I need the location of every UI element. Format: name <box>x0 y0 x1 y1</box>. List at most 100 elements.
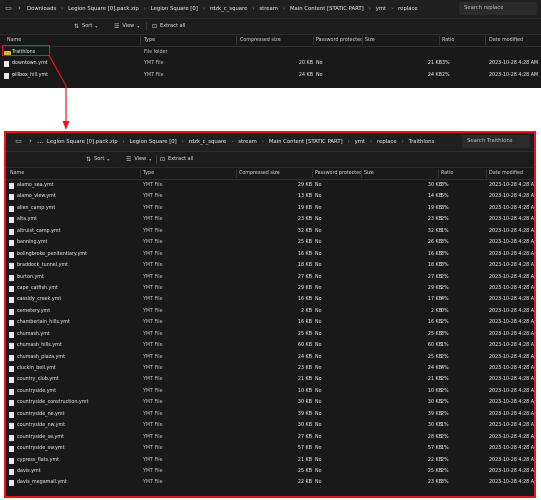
file-row[interactable]: countryside_construction.ymt YMT File 30 K… <box>6 397 534 408</box>
search-input[interactable]: Search Traithlons <box>462 135 530 148</box>
breadcrumb-item[interactable]: Main Content [STATIC PART] <box>264 139 348 145</box>
cell-compressed: 27 KB <box>297 274 312 280</box>
column-divider[interactable] <box>236 36 237 45</box>
file-row[interactable]: altruist_camp.ymt YMT File 32 KB No 32 KB 1% 2… <box>6 226 534 237</box>
column-divider[interactable] <box>140 169 141 178</box>
col-password[interactable]: Password protected <box>315 168 362 179</box>
breadcrumb-item[interactable]: replace <box>393 6 423 12</box>
file-row[interactable]: pillbox_hill.ymt YMT File 24 KB No 24 KB 2% 20… <box>0 70 541 81</box>
breadcrumb-item[interactable]: Legion Square [0] <box>125 139 182 145</box>
file-row[interactable]: cape_catfish.ymt YMT File 29 KB No 29 KB 2% 20… <box>6 283 534 294</box>
cell-password: No <box>315 400 322 406</box>
breadcrumb-item[interactable]: Legion Square [0].pack.zip <box>63 6 144 12</box>
breadcrumb-item[interactable]: Main Content [STATIC PART] <box>285 6 369 12</box>
column-divider[interactable] <box>362 36 363 45</box>
file-row[interactable]: cassidy_creek.ymt YMT File 16 KB No 17 KB 4% 2… <box>6 294 534 305</box>
col-modified[interactable]: Date modified <box>489 35 523 46</box>
file-row[interactable]: burton.ymt YMT File 27 KB No 27 KB 2% 2023-10-… <box>6 272 534 283</box>
col-size[interactable]: Size <box>364 168 374 179</box>
column-divider[interactable] <box>140 36 141 45</box>
column-divider[interactable] <box>312 169 313 178</box>
column-divider[interactable] <box>313 36 314 45</box>
file-row[interactable]: cemetery.ymt YMT File 2 KB No 2 KB 0% 2023-10-… <box>6 306 534 317</box>
col-ratio[interactable]: Ratio <box>442 35 454 46</box>
sort-button[interactable]: ⇅ Sort ▾ <box>86 152 109 167</box>
file-row[interactable]: chumash.ymt YMT File 25 KB No 25 KB 3% 2023-10… <box>6 329 534 340</box>
explorer-window-replace: ▭ › Downloads › Legion Square [0].pack.zip… <box>0 0 541 88</box>
search-input[interactable]: Search replace <box>459 2 537 15</box>
col-modified[interactable]: Date modified <box>489 168 523 179</box>
breadcrumb-item[interactable]: Downloads <box>22 6 61 12</box>
address-bar: ▭ › Downloads › Legion Square [0].pack.zip… <box>0 0 541 19</box>
folder-row[interactable]: Traithlons File folder <box>0 47 541 58</box>
cell-size: 24 KB <box>427 72 442 78</box>
cell-ratio: 5% <box>441 194 449 200</box>
column-divider[interactable] <box>361 169 362 178</box>
col-compressed[interactable]: Compressed size <box>240 35 281 46</box>
view-button[interactable]: ☰ View ▾ <box>126 152 151 167</box>
breadcrumb-item[interactable]: Legion Square [0] <box>146 6 203 12</box>
cell-password: No <box>315 320 322 326</box>
column-divider[interactable] <box>438 169 439 178</box>
breadcrumb-item[interactable]: rdzk_c_square <box>205 6 253 12</box>
monitor-icon[interactable]: ▭ <box>14 137 23 146</box>
breadcrumb-item[interactable]: replace <box>372 139 402 145</box>
col-compressed[interactable]: Compressed size <box>239 168 280 179</box>
sort-button[interactable]: ⇅ Sort ▾ <box>74 19 97 34</box>
file-row[interactable]: countryside_sw.ymt YMT File 57 KB No 57 KB 1%… <box>6 443 534 454</box>
file-row[interactable]: davis.ymt YMT File 25 KB No 25 KB 2% 2023-10-2… <box>6 466 534 477</box>
breadcrumb-item[interactable]: ymt <box>371 6 391 12</box>
cell-password: No <box>315 308 322 314</box>
file-row[interactable]: countryside_se.ymt YMT File 27 KB No 28 KB 2%… <box>6 432 534 443</box>
file-row[interactable]: bolingbroke_penitentiary.ymt YMT File 16 K… <box>6 249 534 260</box>
col-password[interactable]: Password protected <box>316 35 363 46</box>
file-row[interactable]: alien_camp.ymt YMT File 19 KB No 19 KB 3% 2023… <box>6 203 534 214</box>
breadcrumb-item[interactable]: stream <box>233 139 262 145</box>
file-row[interactable]: downtown.ymt YMT File 20 KB No 21 KB 3% 2023-1… <box>0 58 541 69</box>
column-divider[interactable] <box>439 36 440 45</box>
column-divider[interactable] <box>485 36 486 45</box>
file-row[interactable]: cypress_flats.ymt YMT File 21 KB No 22 KB 2% 2… <box>6 455 534 466</box>
file-row[interactable]: chumash_plaza.ymt YMT File 24 KB No 25 KB 2% 2… <box>6 352 534 363</box>
file-icon <box>9 354 14 361</box>
col-type[interactable]: Type <box>143 168 154 179</box>
cell-type: File folder <box>144 50 168 55</box>
view-button[interactable]: ☰ View ▾ <box>114 19 139 34</box>
cell-type: YMT File <box>143 308 163 314</box>
column-divider[interactable] <box>486 169 487 178</box>
breadcrumb-item[interactable]: rdzk_c_square <box>184 139 232 145</box>
extract-all-button[interactable]: ⊡ Extract all <box>160 152 193 167</box>
cell-ratio: 3% <box>441 240 449 246</box>
file-row[interactable]: chamberlain_hills.ymt YMT File 16 KB No 16 K… <box>6 317 534 328</box>
file-row[interactable]: country_club.ymt YMT File 21 KB No 21 KB 2% 20… <box>6 374 534 385</box>
file-row[interactable]: countryside_ne.ymt YMT File 39 KB No 39 KB 2%… <box>6 409 534 420</box>
file-row[interactable]: braddock_tunnel.ymt YMT File 18 KB No 18 KB 3… <box>6 260 534 271</box>
col-ratio[interactable]: Ratio <box>441 168 453 179</box>
breadcrumb-item[interactable]: Legion Square [0].pack.zip <box>42 139 123 145</box>
col-size[interactable]: Size <box>365 35 375 46</box>
monitor-icon[interactable]: ▭ <box>4 4 13 13</box>
cell-size: 25 KB <box>427 354 442 360</box>
file-row[interactable]: banning.ymt YMT File 25 KB No 26 KB 3% 2023-10… <box>6 237 534 248</box>
file-row[interactable]: chumash_hills.ymt YMT File 60 KB No 60 KB 1% 2… <box>6 340 534 351</box>
column-divider[interactable] <box>236 169 237 178</box>
breadcrumb-item[interactable]: Traithlons <box>404 139 440 145</box>
col-name[interactable]: Name <box>10 168 24 179</box>
cell-compressed: 32 KB <box>297 228 312 234</box>
breadcrumb-item[interactable]: ymt <box>350 139 370 145</box>
extract-all-button[interactable]: ⊡ Extract all <box>152 19 185 34</box>
file-row[interactable]: countryside.ymt YMT File 10 KB No 10 KB 2% 202… <box>6 386 534 397</box>
file-row[interactable]: countryside_nw.ymt YMT File 30 KB No 30 KB 1%… <box>6 420 534 431</box>
file-row[interactable]: alamo_sea.ymt YMT File 29 KB No 30 KB 3% 2023-… <box>6 180 534 191</box>
cell-name: chumash_hills.ymt <box>17 343 62 349</box>
file-row[interactable]: cluckin_bell.ymt YMT File 23 KB No 24 KB 4% 20… <box>6 363 534 374</box>
cell-password: No <box>315 457 322 463</box>
file-row[interactable]: alamo_view.ymt YMT File 13 KB No 14 KB 5% 2023… <box>6 191 534 202</box>
cell-password: No <box>315 423 322 429</box>
col-type[interactable]: Type <box>144 35 155 46</box>
cell-size: 30 KB <box>427 423 442 429</box>
file-row[interactable]: davis_megamall.ymt YMT File 22 KB No 23 KB 3%… <box>6 477 534 488</box>
breadcrumb-item[interactable]: stream <box>254 6 283 12</box>
chevron-down-icon: ▾ <box>107 157 110 162</box>
file-row[interactable]: alta.ymt YMT File 23 KB No 23 KB 2% 2023-10-28… <box>6 214 534 225</box>
